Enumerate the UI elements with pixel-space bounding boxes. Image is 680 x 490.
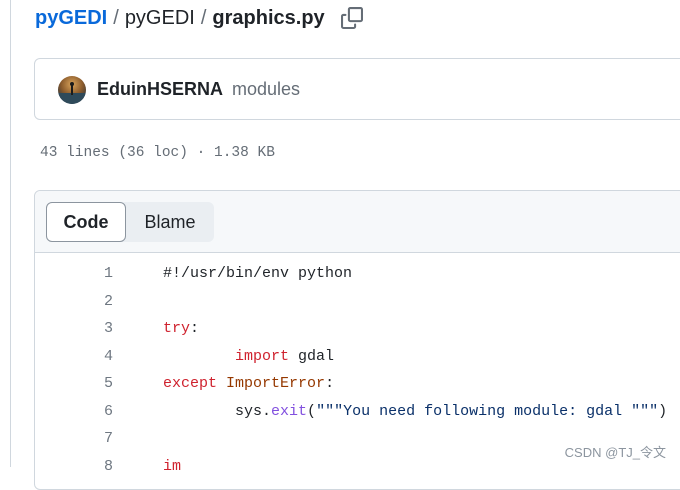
commit-message-link[interactable]: modules — [232, 79, 300, 100]
watermark: CSDN @TJ_令文 — [564, 445, 666, 460]
code-line: 3 try: — [35, 320, 675, 347]
code-text: #!/usr/bin/env python — [163, 265, 352, 282]
code-text: except ImportError: — [163, 375, 334, 392]
line-number[interactable]: 2 — [35, 293, 113, 310]
code-token: import — [235, 347, 290, 365]
code-line: 4 import gdal — [35, 348, 675, 375]
line-number[interactable]: 4 — [35, 348, 113, 365]
line-number[interactable]: 5 — [35, 375, 113, 392]
code-token: #!/usr/bin/env python — [163, 265, 353, 282]
code-token: ) — [658, 402, 668, 420]
code-token: ( — [307, 402, 317, 420]
code-line: 1 #!/usr/bin/env python — [35, 265, 675, 292]
line-number[interactable]: 3 — [35, 320, 113, 337]
code-token: : — [190, 320, 200, 337]
code-text: sys.exit("""You need following module: g… — [163, 403, 667, 420]
code-line: 5 except ImportError: — [35, 375, 675, 402]
line-number[interactable]: 1 — [35, 265, 113, 282]
avatar[interactable] — [58, 76, 86, 104]
file-meta-info: 43 lines (36 loc) · 1.38 KB — [40, 145, 275, 161]
breadcrumb: pyGEDI / pyGEDI / graphics.py — [35, 3, 363, 33]
code-line: 2 — [35, 293, 675, 320]
code-text: try: — [163, 320, 199, 337]
code-text: im — [163, 458, 181, 475]
code-token: gdal — [289, 347, 335, 365]
code-text: import gdal — [163, 348, 334, 365]
line-number[interactable]: 8 — [35, 458, 113, 475]
breadcrumb-file-name: graphics.py — [212, 6, 325, 29]
breadcrumb-separator: / — [200, 6, 207, 29]
line-number[interactable]: 6 — [35, 403, 113, 420]
commit-author-link[interactable]: EduinHSERNA — [97, 79, 223, 100]
latest-commit-box: EduinHSERNA modules — [34, 58, 680, 120]
code-line: 6 sys.exit("""You need following module:… — [35, 403, 675, 430]
code-token: except — [163, 375, 218, 392]
code-token: exit — [271, 402, 308, 420]
code-token: : — [325, 375, 335, 392]
copy-path-icon[interactable] — [340, 7, 363, 29]
code-token: """You need following module: gdal """ — [316, 402, 659, 420]
left-border — [10, 0, 11, 467]
breadcrumb-owner-link[interactable]: pyGEDI — [35, 7, 107, 30]
code-token: sys. — [163, 402, 272, 420]
tab-blame[interactable]: Blame — [126, 202, 214, 242]
code-line: 8 im — [35, 458, 675, 485]
breadcrumb-repo-link[interactable]: pyGEDI — [125, 7, 195, 30]
code-token: try — [163, 320, 191, 337]
view-toggle: Code Blame — [46, 202, 214, 242]
code-token: ImportError — [226, 375, 326, 392]
line-number[interactable]: 7 — [35, 430, 113, 447]
code-panel-header: Code Blame — [35, 191, 680, 253]
tab-code[interactable]: Code — [46, 202, 126, 242]
code-token: im — [163, 457, 182, 475]
breadcrumb-separator: / — [113, 6, 119, 29]
